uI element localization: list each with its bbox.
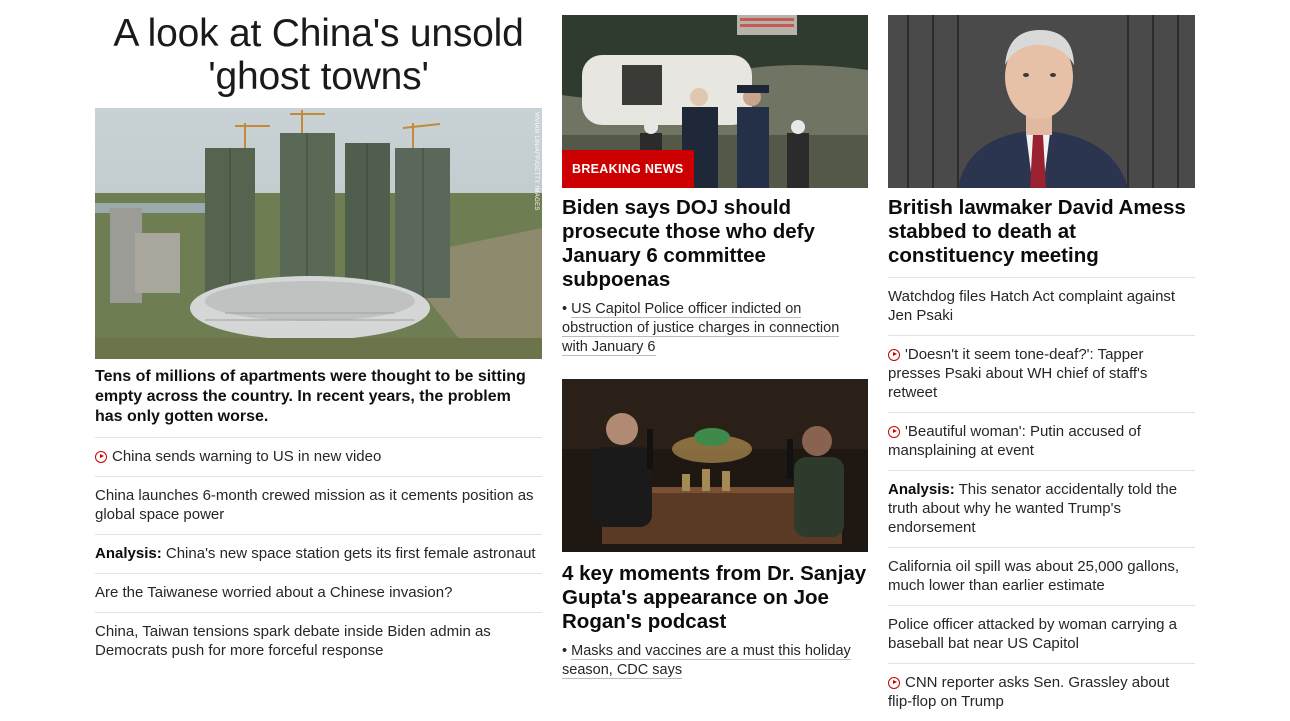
list-item[interactable]: Watchdog files Hatch Act complaint again… bbox=[888, 277, 1195, 335]
biden-photo[interactable]: BREAKING NEWS bbox=[562, 15, 868, 188]
right-related-list: Watchdog files Hatch Act complaint again… bbox=[888, 277, 1195, 721]
item-text: 'Beautiful woman': Putin accused of mans… bbox=[888, 423, 1141, 459]
breaking-news-badge: BREAKING NEWS bbox=[562, 150, 694, 188]
list-item[interactable]: Police officer attacked by woman carryin… bbox=[888, 605, 1195, 663]
play-icon bbox=[888, 426, 900, 438]
item-text: Watchdog files Hatch Act complaint again… bbox=[888, 288, 1176, 324]
list-item[interactable]: China, Taiwan tensions spark debate insi… bbox=[95, 612, 542, 670]
item-text: China's new space station gets its first… bbox=[161, 545, 536, 562]
list-item[interactable]: CNN reporter asks Sen. Grassley about fl… bbox=[888, 663, 1195, 721]
list-item[interactable]: 'Beautiful woman': Putin accused of mans… bbox=[888, 412, 1195, 470]
list-item[interactable]: 'Doesn't it seem tone-deaf?': Tapper pre… bbox=[888, 335, 1195, 412]
left-column: A look at China's unsold 'ghost towns' V… bbox=[95, 0, 542, 670]
item-text: China, Taiwan tensions spark debate insi… bbox=[95, 623, 491, 659]
analysis-label: Analysis: bbox=[95, 545, 162, 562]
biden-subheadline[interactable]: • US Capitol Police officer indicted on … bbox=[562, 300, 868, 357]
story-card-rogan: 4 key moments from Dr. Sanjay Gupta's ap… bbox=[562, 379, 868, 680]
list-item[interactable]: Analysis: China's new space station gets… bbox=[95, 534, 542, 573]
item-text: California oil spill was about 25,000 ga… bbox=[888, 558, 1180, 594]
list-item[interactable]: China launches 6-month crewed mission as… bbox=[95, 476, 542, 534]
podcast-illustration bbox=[562, 379, 868, 552]
right-column: British lawmaker David Amess stabbed to … bbox=[888, 0, 1195, 721]
photo-credit: VIVIAN LIN/AFP/GETTY IMAGES bbox=[533, 112, 539, 211]
list-item[interactable]: California oil spill was about 25,000 ga… bbox=[888, 547, 1195, 605]
lead-description[interactable]: Tens of millions of apartments were thou… bbox=[95, 367, 542, 427]
list-item[interactable]: China sends warning to US in new video bbox=[95, 437, 542, 476]
portrait-illustration bbox=[888, 15, 1195, 188]
middle-column: BREAKING NEWS Biden says DOJ should pros… bbox=[562, 0, 868, 680]
play-icon bbox=[888, 677, 900, 689]
biden-headline[interactable]: Biden says DOJ should prosecute those wh… bbox=[562, 196, 868, 292]
analysis-label: Analysis: bbox=[888, 481, 955, 498]
item-text: 'Doesn't it seem tone-deaf?': Tapper pre… bbox=[888, 346, 1148, 401]
item-text: China launches 6-month crewed mission as… bbox=[95, 487, 534, 523]
sub-link-text: Masks and vaccines are a must this holid… bbox=[562, 643, 851, 679]
podcast-photo[interactable] bbox=[562, 379, 868, 552]
rogan-headline[interactable]: 4 key moments from Dr. Sanjay Gupta's ap… bbox=[562, 562, 868, 634]
list-item[interactable]: Are the Taiwanese worried about a Chines… bbox=[95, 573, 542, 612]
item-text: CNN reporter asks Sen. Grassley about fl… bbox=[888, 674, 1170, 710]
amess-photo[interactable] bbox=[888, 15, 1195, 188]
item-text: Are the Taiwanese worried about a Chines… bbox=[95, 584, 453, 601]
list-item[interactable]: Analysis: This senator accidentally told… bbox=[888, 470, 1195, 547]
ghost-town-photo[interactable]: VIVIAN LIN/AFP/GETTY IMAGES bbox=[95, 108, 542, 359]
ghost-town-illustration bbox=[95, 108, 542, 359]
sub-link-text: US Capitol Police officer indicted on ob… bbox=[562, 301, 840, 356]
left-related-list: China sends warning to US in new video C… bbox=[95, 437, 542, 670]
rogan-subheadline[interactable]: • Masks and vaccines are a must this hol… bbox=[562, 642, 868, 680]
amess-headline[interactable]: British lawmaker David Amess stabbed to … bbox=[888, 196, 1195, 268]
play-icon bbox=[888, 349, 900, 361]
item-text: China sends warning to US in new video bbox=[112, 448, 382, 465]
play-icon bbox=[95, 451, 107, 463]
item-text: Police officer attacked by woman carryin… bbox=[888, 616, 1178, 652]
lead-headline[interactable]: A look at China's unsold 'ghost towns' bbox=[95, 12, 542, 98]
story-card-biden: BREAKING NEWS Biden says DOJ should pros… bbox=[562, 15, 868, 357]
